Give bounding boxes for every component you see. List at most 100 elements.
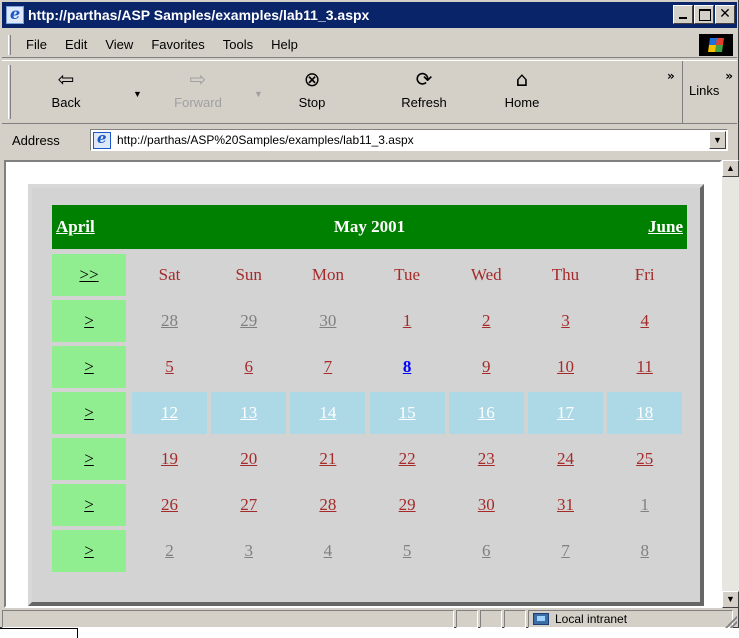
calendar-day-link[interactable]: 22 [370, 438, 445, 480]
address-label: Address [12, 132, 60, 148]
forward-button[interactable]: ⇨ Forward [170, 67, 226, 110]
maximize-button[interactable] [694, 5, 714, 24]
day-header-sun: Sun [235, 265, 262, 284]
month-title: May 2001 [333, 217, 406, 236]
resize-grip[interactable] [725, 616, 737, 628]
calendar-day-link[interactable]: 1 [370, 300, 445, 342]
calendar-day-link[interactable]: 4 [290, 530, 365, 572]
calendar-day-link[interactable]: 31 [528, 484, 603, 526]
select-week-button[interactable]: > [52, 530, 126, 572]
scroll-up-button[interactable]: ▲ [722, 160, 739, 177]
calendar-day-link[interactable]: 7 [290, 346, 365, 388]
menu-favorites[interactable]: Favorites [142, 37, 213, 52]
close-button[interactable]: ✕ [715, 5, 735, 24]
calendar-day-link[interactable]: 16 [448, 392, 524, 434]
calendar-day-link[interactable]: 18 [607, 392, 683, 434]
calendar-day-link[interactable]: 20 [211, 438, 286, 480]
address-url: http://parthas/ASP%20Samples/examples/la… [117, 133, 414, 147]
calendar-day-link[interactable]: 30 [449, 484, 524, 526]
calendar-title-bar: April May 2001 June [52, 205, 687, 249]
back-dropdown-arrow[interactable]: ▼ [133, 89, 142, 99]
calendar-day-link[interactable]: 15 [369, 392, 445, 434]
select-week-button[interactable]: > [52, 484, 126, 526]
calendar-day-link[interactable]: 28 [290, 484, 365, 526]
status-pane-1 [456, 610, 478, 628]
calendar-day-link[interactable]: 30 [290, 300, 365, 342]
calendar-day-link[interactable]: 8 [607, 530, 682, 572]
day-header-sat: Sat [158, 265, 181, 284]
calendar-day-link[interactable]: 21 [290, 438, 365, 480]
calendar-day-link[interactable]: 24 [528, 438, 603, 480]
calendar-day-link[interactable]: 6 [211, 346, 286, 388]
stop-button[interactable]: ⊗ Stop [284, 67, 340, 110]
menu-file[interactable]: File [17, 37, 56, 52]
today-date-link[interactable]: 8 [370, 346, 445, 388]
standard-toolbar: ⇦ Back ▼ ⇨ Forward ▼ ⊗ Stop ⟳ Refresh ⌂ … [2, 60, 737, 124]
select-week-button[interactable]: > [52, 346, 126, 388]
home-button[interactable]: ⌂ Home [494, 67, 550, 110]
window-controls: ✕ [672, 5, 735, 24]
calendar-day-link[interactable]: 5 [132, 346, 207, 388]
calendar-day-link[interactable]: 23 [449, 438, 524, 480]
calendar-day-link[interactable]: 28 [132, 300, 207, 342]
calendar-day-link[interactable]: 7 [528, 530, 603, 572]
forward-dropdown-arrow[interactable]: ▼ [254, 89, 263, 99]
calendar-day-link[interactable]: 29 [211, 300, 286, 342]
menu-help[interactable]: Help [262, 37, 307, 52]
links-toolbar[interactable]: Links » [682, 61, 735, 123]
title-bar: http://parthas/ASP Samples/examples/lab1… [2, 2, 737, 28]
calendar-day-link[interactable]: 29 [370, 484, 445, 526]
calendar-day-link[interactable]: 5 [370, 530, 445, 572]
calendar-day-link[interactable]: 19 [132, 438, 207, 480]
toolbar-grip [8, 65, 11, 119]
day-header-fri: Fri [634, 265, 655, 284]
windows-logo-icon [699, 34, 733, 56]
calendar-day-link[interactable]: 26 [132, 484, 207, 526]
forward-arrow-icon: ⇨ [189, 67, 207, 91]
calendar-day-link[interactable]: 11 [607, 346, 682, 388]
calendar-day-link[interactable]: 6 [449, 530, 524, 572]
calendar-day-link[interactable]: 3 [211, 530, 286, 572]
menu-edit[interactable]: Edit [56, 37, 96, 52]
select-week-button[interactable]: > [52, 392, 126, 434]
back-arrow-icon: ⇦ [57, 67, 75, 91]
window-edge-fragment [0, 628, 78, 638]
stop-icon: ⊗ [303, 67, 321, 91]
scroll-down-button[interactable]: ▼ [722, 591, 739, 608]
calendar-day-link[interactable]: 13 [211, 392, 287, 434]
calendar-frame: April May 2001 June >> Sat Sun Mon Tue Wed Thu… [28, 184, 704, 606]
calendar-day-link[interactable]: 2 [132, 530, 207, 572]
refresh-label: Refresh [401, 95, 447, 110]
toolbar-chevron-icon[interactable]: » [667, 69, 675, 83]
menu-view[interactable]: View [96, 37, 142, 52]
select-week-button[interactable]: > [52, 300, 126, 342]
minimize-button[interactable] [673, 5, 693, 24]
links-chevron-icon[interactable]: » [725, 69, 733, 83]
calendar-day-link[interactable]: 3 [528, 300, 603, 342]
calendar-day-link[interactable]: 25 [607, 438, 682, 480]
vertical-scrollbar[interactable]: ▲ ▼ [722, 160, 739, 608]
calendar-day-link[interactable]: 14 [290, 392, 366, 434]
calendar-day-link[interactable]: 4 [607, 300, 682, 342]
refresh-button[interactable]: ⟳ Refresh [396, 67, 452, 110]
calendar-day-link[interactable]: 10 [528, 346, 603, 388]
forward-label: Forward [174, 95, 222, 110]
calendar-day-link[interactable]: 9 [449, 346, 524, 388]
back-button[interactable]: ⇦ Back [38, 67, 94, 110]
select-week-button[interactable]: > [52, 438, 126, 480]
calendar-day-link[interactable]: 12 [132, 392, 207, 434]
home-icon: ⌂ [515, 67, 529, 91]
links-label: Links [689, 83, 720, 98]
address-dropdown-button[interactable]: ▼ [709, 131, 726, 149]
menu-bar: File Edit View Favorites Tools Help [2, 32, 737, 58]
zone-label: Local intranet [555, 612, 628, 626]
menu-tools[interactable]: Tools [214, 37, 262, 52]
status-text-pane [2, 610, 454, 628]
calendar-day-link[interactable]: 27 [211, 484, 286, 526]
next-month-link[interactable]: June [648, 217, 683, 237]
address-input[interactable]: http://parthas/ASP%20Samples/examples/la… [90, 129, 728, 151]
calendar-day-link[interactable]: 1 [607, 484, 682, 526]
calendar-day-link[interactable]: 17 [528, 392, 603, 434]
calendar-day-link[interactable]: 2 [449, 300, 524, 342]
select-month-button[interactable]: >> [52, 254, 126, 296]
